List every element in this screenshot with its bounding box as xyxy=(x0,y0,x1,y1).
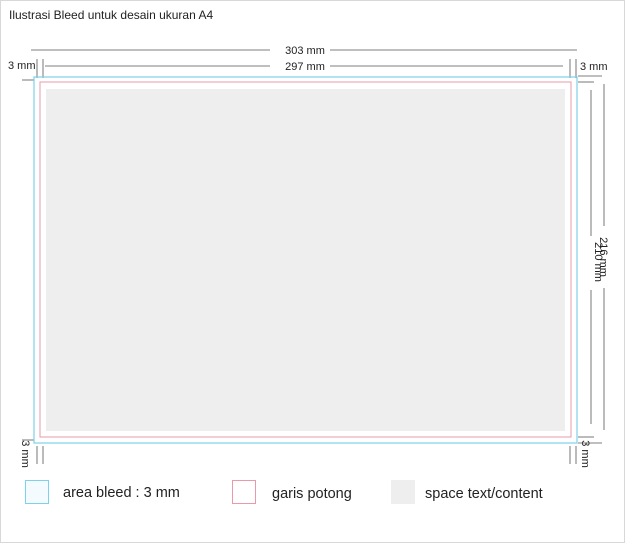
bleed-left-label: 3 mm xyxy=(8,60,36,72)
bleed-diagram: 303 mm 297 mm 3 mm 3 mm 216 mm 210 mm 3 … xyxy=(8,45,609,468)
legend-swatch-trim xyxy=(232,480,256,504)
legend-swatch-content xyxy=(391,480,415,504)
inner-width-label: 297 mm xyxy=(285,61,325,73)
legend-label-trim: garis potong xyxy=(272,486,352,502)
bleed-bottom-left-label: 3 mm xyxy=(19,440,31,468)
bleed-right-label: 3 mm xyxy=(580,61,608,73)
content-area xyxy=(46,89,565,431)
inner-height-label: 210 mm xyxy=(592,242,604,282)
legend-swatch-bleed xyxy=(25,480,49,504)
outer-width-label: 303 mm xyxy=(285,45,325,57)
legend-label-bleed: area bleed : 3 mm xyxy=(63,485,180,501)
bleed-bottom-right-label: 3 mm xyxy=(579,440,591,468)
legend-label-content: space text/content xyxy=(425,486,543,502)
